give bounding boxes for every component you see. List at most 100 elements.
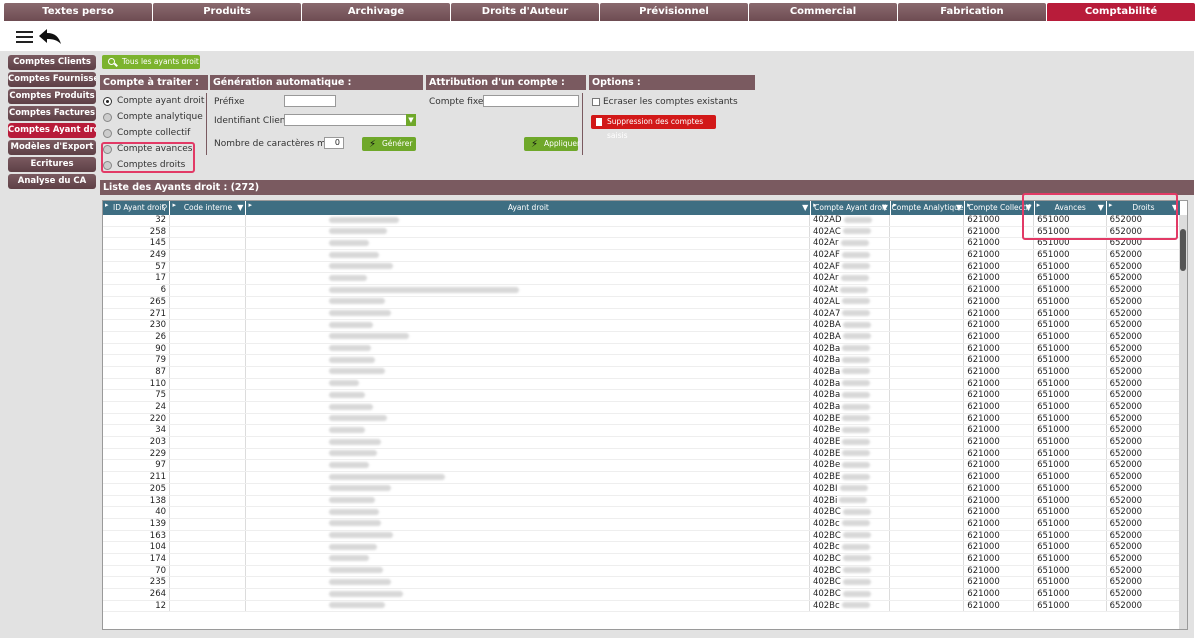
- client-id-select[interactable]: [284, 114, 416, 126]
- column-header-compte-analytique[interactable]: ▸ Compte Analytique ▼: [891, 201, 966, 215]
- radio-compte-ayant-droit[interactable]: Compte ayant droit: [103, 94, 204, 108]
- cell-compte-ayant-droit: 402AF: [810, 250, 890, 261]
- tab-commercial[interactable]: Commercial: [749, 3, 897, 21]
- fixed-account-input[interactable]: [483, 95, 579, 107]
- divider: [582, 93, 583, 155]
- column-menu-icon[interactable]: ▸: [248, 201, 252, 212]
- table-row[interactable]: 70 402BC 621000 651000 652000: [103, 565, 1181, 578]
- cell-compte-analytique: [890, 448, 965, 460]
- column-header-code-interne[interactable]: ▸ Code interne ▼: [170, 201, 247, 215]
- table-row[interactable]: 24 402Ba 621000 651000 652000: [103, 402, 1181, 414]
- sidebar-item-ecritures[interactable]: Ecritures: [8, 157, 96, 172]
- table-row[interactable]: 87 402Ba 621000 651000 652000: [103, 366, 1181, 379]
- table-row[interactable]: 145 402Ar 621000 651000 652000: [103, 238, 1181, 251]
- apply-button[interactable]: ⚡ Appliquer: [524, 137, 580, 151]
- table-row[interactable]: 258 402AC 621000 651000 652000: [103, 226, 1181, 239]
- prefix-input[interactable]: [284, 95, 336, 107]
- cell-ayant-droit: [246, 565, 810, 577]
- generate-button[interactable]: ⚡ Générer: [362, 137, 416, 151]
- table-row[interactable]: 265 402AL 621000 651000 652000: [103, 296, 1181, 309]
- tab-textes-perso[interactable]: Textes perso: [4, 3, 152, 21]
- filter-icon[interactable]: ▼: [956, 201, 962, 215]
- cell-droits: 652000: [1107, 437, 1181, 448]
- table-row[interactable]: 75 402Ba 621000 651000 652000: [103, 390, 1181, 402]
- sidebar-item-comptes-ayant-droits[interactable]: Comptes Ayant droits: [8, 123, 96, 138]
- cell-value: 621000: [967, 226, 1000, 237]
- filter-icon[interactable]: ▼: [882, 201, 888, 215]
- tab-comptabilite[interactable]: Comptabilité: [1047, 3, 1195, 21]
- table-row[interactable]: 34 402Be 621000 651000 652000: [103, 425, 1181, 438]
- tab-produits[interactable]: Produits: [153, 3, 301, 21]
- max-chars-input[interactable]: 0: [324, 137, 344, 149]
- delete-accounts-button[interactable]: Suppression des comptes saisis: [591, 115, 716, 140]
- overwrite-checkbox[interactable]: [592, 98, 600, 106]
- table-row[interactable]: 229 402BE 621000 651000 652000: [103, 448, 1181, 461]
- tab-droits-d-auteur[interactable]: Droits d'Auteur: [451, 3, 599, 21]
- table-row[interactable]: 90 402Ba 621000 651000 652000: [103, 343, 1181, 356]
- table-row[interactable]: 249 402AF 621000 651000 652000: [103, 250, 1181, 262]
- column-menu-icon[interactable]: ▸: [172, 201, 176, 212]
- column-menu-icon[interactable]: ▸: [105, 201, 109, 212]
- filter-icon[interactable]: ▼: [802, 201, 808, 215]
- table-row[interactable]: 104 402Bc 621000 651000 652000: [103, 542, 1181, 554]
- hamburger-menu-icon[interactable]: [16, 31, 33, 43]
- cell-value: 621000: [967, 366, 1000, 377]
- radio-circle[interactable]: [103, 128, 112, 138]
- all-rights-holders-button[interactable]: Tous les ayants droit: [102, 55, 200, 69]
- table-row[interactable]: 17 402Ar 621000 651000 652000: [103, 273, 1181, 286]
- tab-archivage[interactable]: Archivage: [302, 3, 450, 21]
- table-row[interactable]: 57 402AF 621000 651000 652000: [103, 261, 1181, 274]
- table-row[interactable]: 110 402Ba 621000 651000 652000: [103, 378, 1181, 391]
- table-row[interactable]: 203 402BE 621000 651000 652000: [103, 437, 1181, 449]
- cell-code-interne: [170, 518, 247, 530]
- cell-value: 26: [155, 331, 167, 342]
- table-row[interactable]: 264 402BC 621000 651000 652000: [103, 589, 1181, 601]
- redacted-suffix: [842, 578, 871, 585]
- column-header-ayant-droit[interactable]: ▸ Ayant droit ▼: [246, 201, 812, 215]
- table-row[interactable]: 40 402BC 621000 651000 652000: [103, 507, 1181, 519]
- table-row[interactable]: 79 402Ba 621000 651000 652000: [103, 355, 1181, 367]
- scroll-thumb[interactable]: [1180, 229, 1186, 271]
- sidebar-item-comptes-fournisseurs[interactable]: Comptes Fournisseurs: [8, 72, 96, 87]
- table-row[interactable]: 12 402Bc 621000 651000 652000: [103, 600, 1181, 613]
- table-row[interactable]: 138 402Bi 621000 651000 652000: [103, 495, 1181, 508]
- search-icon[interactable]: ⚲: [162, 201, 168, 215]
- back-arrow-icon[interactable]: [38, 27, 62, 45]
- column-header-compte-ayant-droit[interactable]: ▸ Compte Ayant droit ▼: [811, 201, 891, 215]
- vertical-scrollbar[interactable]: [1179, 215, 1187, 629]
- table-row[interactable]: 211 402BE 621000 651000 652000: [103, 472, 1181, 484]
- redacted-suffix: [841, 520, 870, 527]
- table-row[interactable]: 32 402AD 621000 651000 652000: [103, 215, 1181, 227]
- table-row[interactable]: 139 402Bc 621000 651000 652000: [103, 518, 1181, 531]
- sidebar-item-comptes-clients[interactable]: Comptes Clients: [8, 55, 96, 70]
- tab-previsionnel[interactable]: Prévisionnel: [600, 3, 748, 21]
- table-row[interactable]: 205 402BI 621000 651000 652000: [103, 483, 1181, 496]
- table-row[interactable]: 163 402BC 621000 651000 652000: [103, 530, 1181, 543]
- table-row[interactable]: 271 402A7 621000 651000 652000: [103, 308, 1181, 321]
- radio-compte-collectif[interactable]: Compte collectif: [103, 126, 190, 140]
- tab-fabrication[interactable]: Fabrication: [898, 3, 1046, 21]
- table-row[interactable]: 26 402BA 621000 651000 652000: [103, 331, 1181, 344]
- radio-circle[interactable]: [103, 112, 112, 122]
- sidebar-item-comptes-produits[interactable]: Comptes Produits: [8, 89, 96, 104]
- sidebar-item-comptes-factures[interactable]: Comptes Factures: [8, 106, 96, 121]
- redacted-suffix: [842, 590, 871, 597]
- radio-circle[interactable]: [103, 96, 112, 106]
- table-row[interactable]: 174 402BC 621000 651000 652000: [103, 553, 1181, 566]
- table-row[interactable]: 6 402At 621000 651000 652000: [103, 285, 1181, 297]
- redacted-name: [329, 310, 392, 316]
- table-row[interactable]: 235 402BC 621000 651000 652000: [103, 577, 1181, 589]
- column-menu-icon[interactable]: ▸: [893, 201, 897, 212]
- cell-droits: 652000: [1107, 577, 1181, 588]
- sidebar-item-analyse-du-ca[interactable]: Analyse du CA: [8, 174, 96, 189]
- chevron-down-icon[interactable]: ▼: [406, 114, 416, 126]
- sidebar-item-modeles-d-export[interactable]: Modèles d'Export: [8, 140, 96, 155]
- column-menu-icon[interactable]: ▸: [967, 201, 971, 212]
- column-menu-icon[interactable]: ▸: [813, 201, 817, 212]
- table-row[interactable]: 97 402Be 621000 651000 652000: [103, 460, 1181, 473]
- radio-compte-analytique[interactable]: Compte analytique: [103, 110, 203, 124]
- column-header-id-ayant-droit[interactable]: ▸ ID Ayant droit ⚲: [103, 201, 171, 215]
- table-row[interactable]: 220 402BE 621000 651000 652000: [103, 413, 1181, 426]
- table-row[interactable]: 230 402BA 621000 651000 652000: [103, 320, 1181, 332]
- filter-icon[interactable]: ▼: [237, 201, 243, 215]
